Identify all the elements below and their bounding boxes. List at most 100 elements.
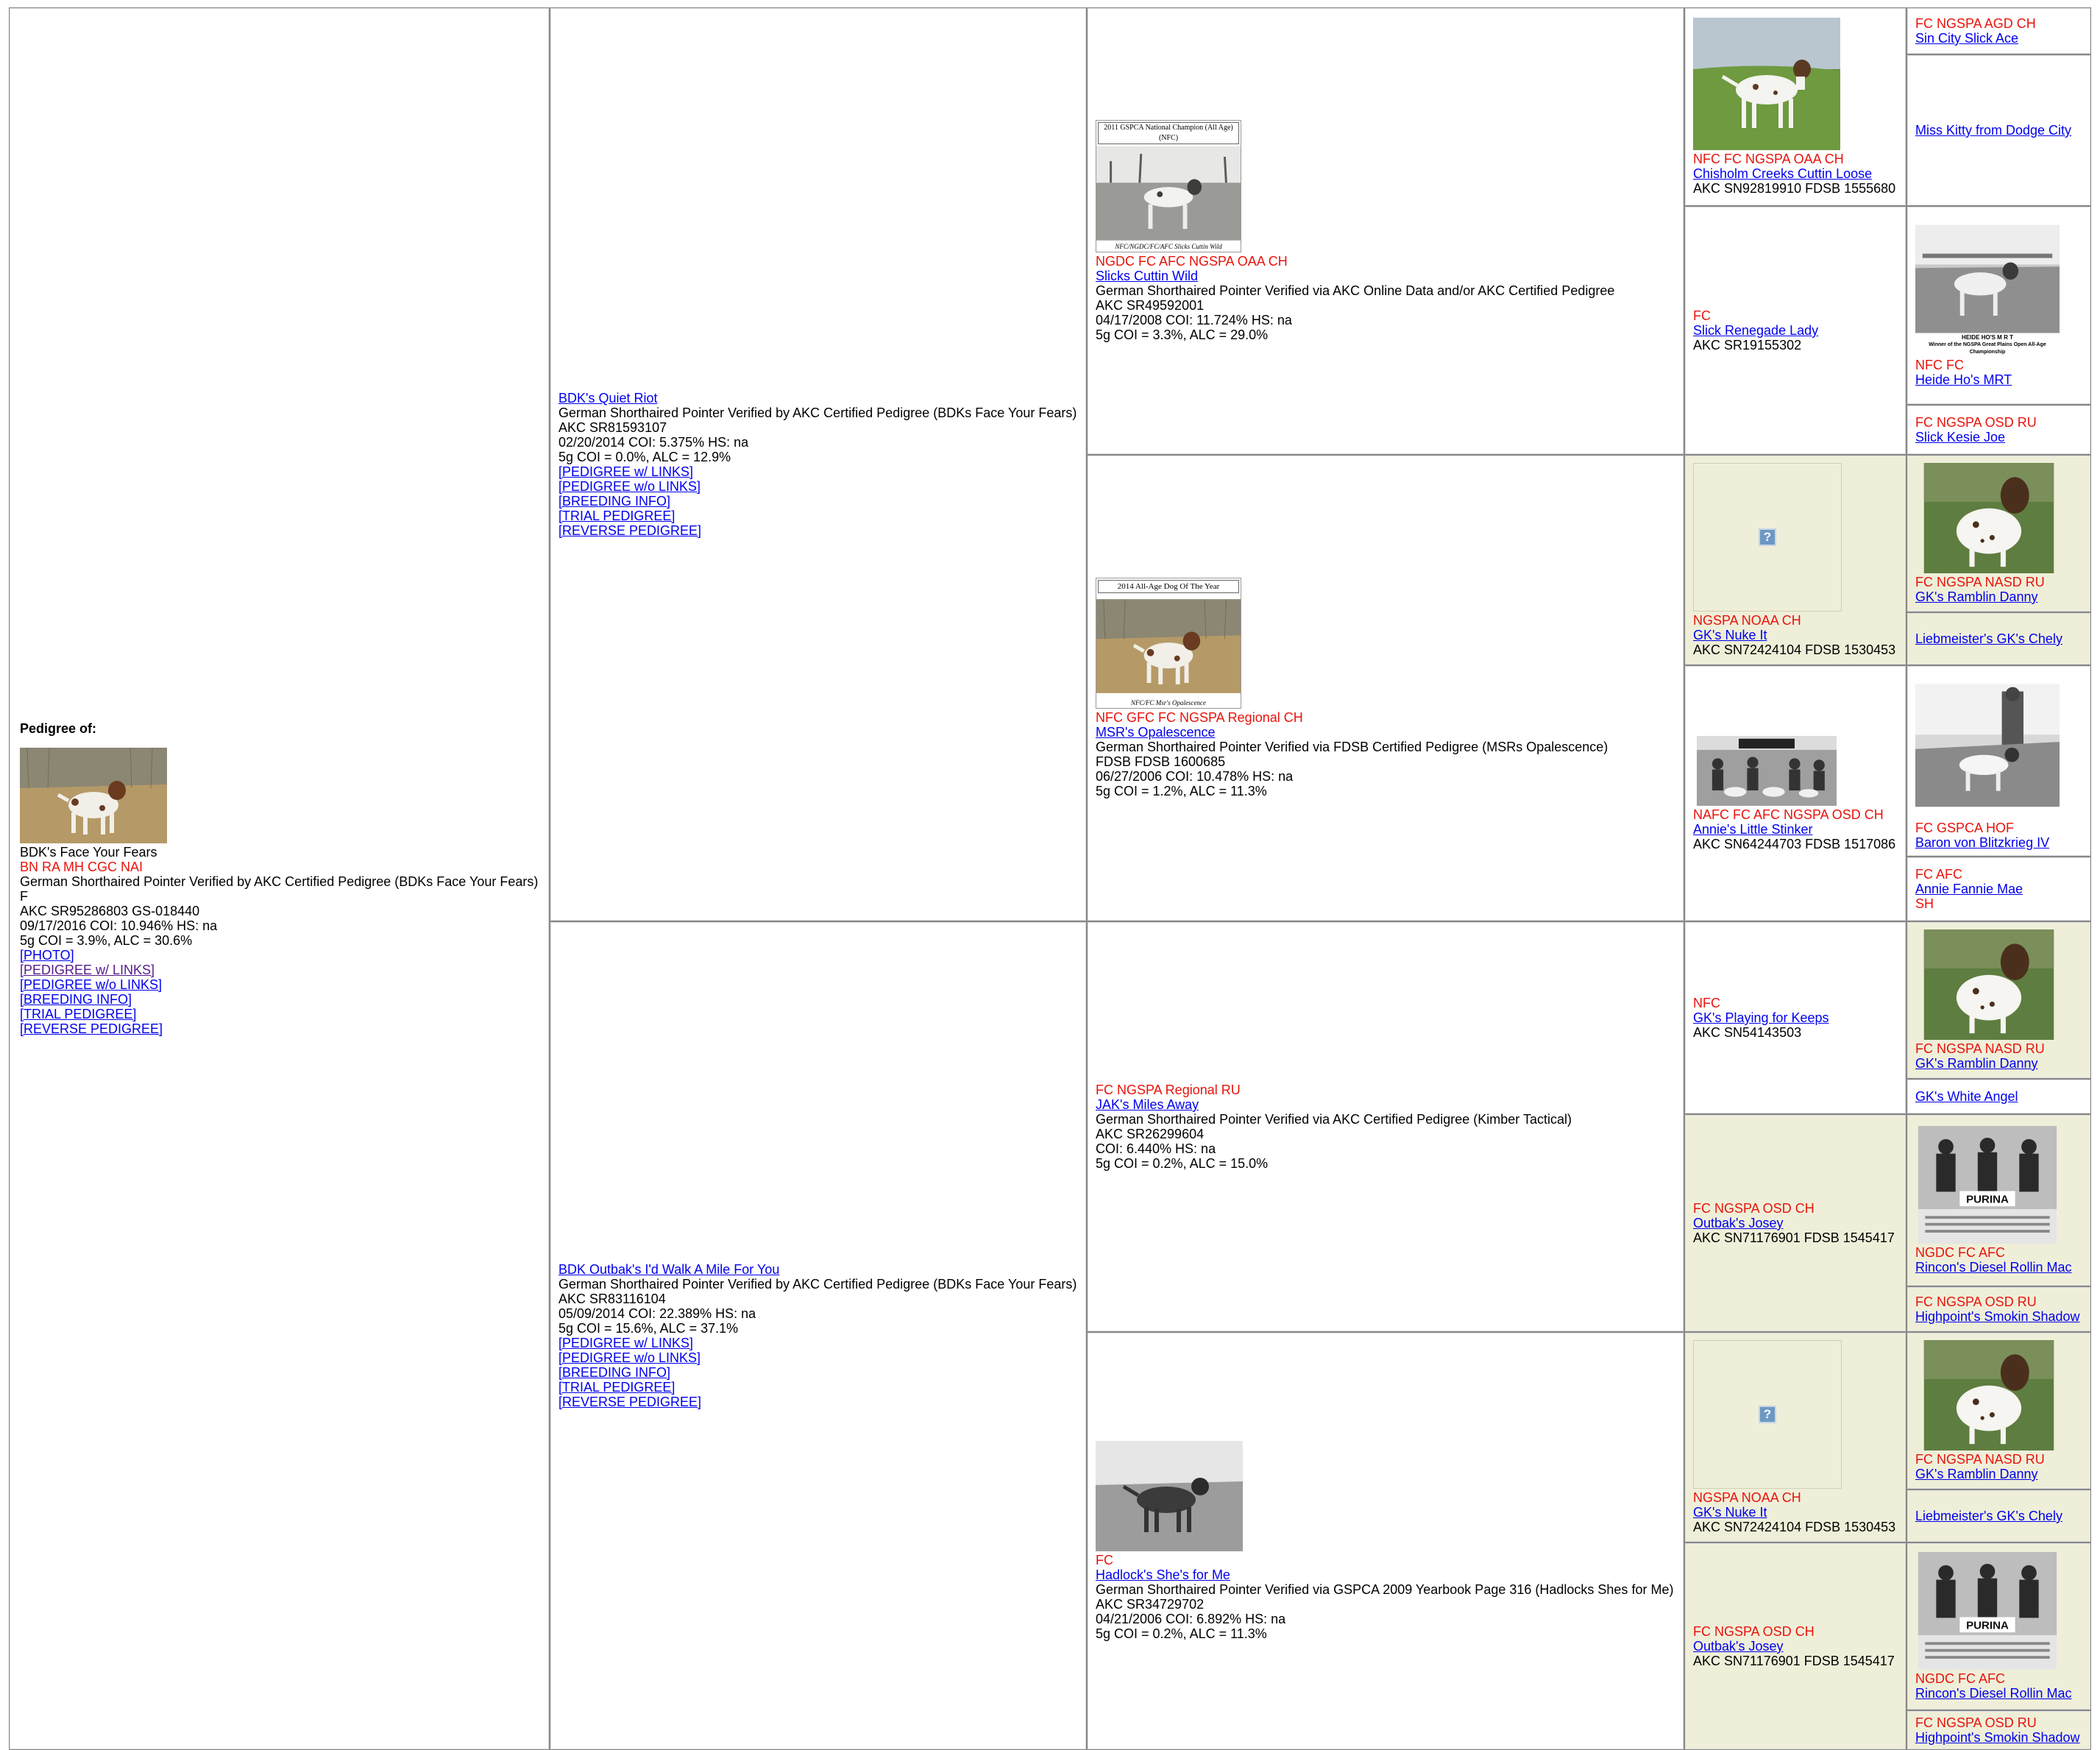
missing-photo-placeholder[interactable]: ? xyxy=(1693,463,1842,612)
ancestor-photo[interactable]: HEIDE HO'S M R T Winner of the NGSPA Gre… xyxy=(1915,224,2060,356)
ancestor-cell: HEIDE HO'S M R T Winner of the NGSPA Gre… xyxy=(1906,206,2091,405)
dam-trial-pedigree[interactable]: [TRIAL PEDIGREE] xyxy=(558,1380,1078,1395)
sire-reverse-pedigree[interactable]: [REVERSE PEDIGREE] xyxy=(558,523,1078,538)
great-grandparent-name-link[interactable]: GK's Nuke It xyxy=(1693,1505,1898,1520)
great-grandparent-name-link[interactable]: Annie's Little Stinker xyxy=(1693,822,1898,837)
ancestor-photo[interactable] xyxy=(1915,1552,2082,1670)
ancestor-name-link[interactable]: Highpoint's Smokin Shadow xyxy=(1915,1730,2082,1745)
great-grandparent-reg: AKC SN92819910 FDSB 1555680 xyxy=(1693,181,1896,196)
grandparent-name-link[interactable]: MSR's Opalescence xyxy=(1096,725,1675,740)
pedigree-without-links-link[interactable]: [PEDIGREE w/o LINKS] xyxy=(20,977,541,992)
grandparent-cell: FC Hadlock's She's for Me German Shortha… xyxy=(1087,1332,1684,1750)
grandparent-titles: NFC GFC FC NGSPA Regional CH xyxy=(1096,710,1303,725)
ancestor-cell: FC NGSPA OSD RU Highpoint's Smokin Shado… xyxy=(1906,1286,2091,1332)
reverse-pedigree-link[interactable]: [REVERSE PEDIGREE] xyxy=(20,1021,541,1036)
ancestor-photo[interactable] xyxy=(1915,1340,2082,1450)
ancestor-name-link[interactable]: GK's White Angel xyxy=(1915,1089,2082,1104)
ancestor-name-link[interactable]: Baron von Blitzkrieg IV xyxy=(1915,835,2082,850)
grandparent-photo[interactable]: 2014 All-Age Dog Of The Year NFC/FC Msr'… xyxy=(1096,578,1241,709)
sire-reg: AKC SR81593107 xyxy=(558,420,667,435)
great-grandparent-name-link[interactable]: GK's Playing for Keeps xyxy=(1693,1010,1898,1025)
dam-reg: AKC SR83116104 xyxy=(558,1292,666,1306)
great-grandparent-name-link[interactable]: Chisholm Creeks Cuttin Loose xyxy=(1693,166,1898,181)
ancestor-name-link[interactable]: GK's Ramblin Danny xyxy=(1915,1056,2082,1071)
dam-pedigree-with-links[interactable]: [PEDIGREE w/ LINKS] xyxy=(558,1336,1078,1350)
ancestor-name-link[interactable]: Slick Kesie Joe xyxy=(1915,430,2082,444)
grandparent-reg: AKC SR49592001 xyxy=(1096,298,1205,313)
pedigree-with-links-link[interactable]: [PEDIGREE w/ LINKS] xyxy=(20,963,541,977)
ancestor-name-link[interactable]: Rincon's Diesel Rollin Mac xyxy=(1915,1686,2082,1701)
grandparent-titles: NGDC FC AFC NGSPA OAA CH xyxy=(1096,254,1288,269)
photo-link[interactable]: [PHOTO] xyxy=(20,948,541,963)
ancestor-cell: Liebmeister's GK's Chely xyxy=(1906,1489,2091,1542)
dam-pedigree-without-links[interactable]: [PEDIGREE w/o LINKS] xyxy=(558,1350,1078,1365)
breeding-info-link[interactable]: [BREEDING INFO] xyxy=(20,992,541,1007)
grandparent-photo[interactable] xyxy=(1096,1441,1675,1551)
subject-coi: 09/17/2016 COI: 10.946% HS: na xyxy=(20,918,218,933)
question-mark-icon: ? xyxy=(1759,1406,1776,1423)
dam-reverse-pedigree[interactable]: [REVERSE PEDIGREE] xyxy=(558,1395,1078,1409)
grandparent-coi5: 5g COI = 0.2%, ALC = 15.0% xyxy=(1096,1156,1269,1171)
ancestor-name-link[interactable]: Miss Kitty from Dodge City xyxy=(1915,123,2082,138)
ancestor-titles: FC AFC xyxy=(1915,867,1963,882)
trial-pedigree-link[interactable]: [TRIAL PEDIGREE] xyxy=(20,1007,541,1021)
sire-pedigree-with-links[interactable]: [PEDIGREE w/ LINKS] xyxy=(558,464,1078,479)
ancestor-photo[interactable] xyxy=(1915,1126,2082,1244)
ancestor-photo[interactable] xyxy=(1915,929,2082,1040)
missing-photo-placeholder[interactable]: ? xyxy=(1693,1340,1842,1489)
sire-coi5: 5g COI = 0.0%, ALC = 12.9% xyxy=(558,450,731,464)
ancestor-titles: FC NGSPA AGD CH xyxy=(1915,16,2036,31)
ancestor-name-link[interactable]: Liebmeister's GK's Chely xyxy=(1915,1509,2082,1523)
great-grandparent-photo[interactable] xyxy=(1693,18,1898,150)
ancestor-name-link[interactable]: Liebmeister's GK's Chely xyxy=(1915,631,2082,646)
grandparent-verified: German Shorthaired Pointer Verified via … xyxy=(1096,283,1615,298)
great-grandparent-cell: FC Slick Renegade Lady AKC SR19155302 xyxy=(1684,206,1906,455)
ancestor-name-link[interactable]: Sin City Slick Ace xyxy=(1915,31,2082,46)
grandparent-name-link[interactable]: Slicks Cuttin Wild xyxy=(1096,269,1675,283)
grandparent-coi: COI: 6.440% HS: na xyxy=(1096,1141,1216,1156)
grandparent-coi5: 5g COI = 0.2%, ALC = 11.3% xyxy=(1096,1626,1267,1641)
great-grandparent-photo[interactable] xyxy=(1693,736,1898,806)
grandparent-name-link[interactable]: Hadlock's She's for Me xyxy=(1096,1567,1675,1582)
sire-name-link[interactable]: BDK's Quiet Riot xyxy=(558,391,1078,405)
great-grandparent-titles: FC NGSPA OSD CH xyxy=(1693,1624,1815,1639)
ancestor-name-link[interactable]: Heide Ho's MRT xyxy=(1915,372,2082,387)
ancestor-titles: FC NGSPA NASD RU xyxy=(1915,1041,2045,1056)
great-grandparent-cell: NFC GK's Playing for Keeps AKC SN5414350… xyxy=(1684,921,1906,1114)
great-grandparent-name-link[interactable]: GK's Nuke It xyxy=(1693,628,1898,642)
ancestor-cell: FC NGSPA OSD RU Highpoint's Smokin Shado… xyxy=(1906,1710,2091,1750)
subject-name: BDK's Face Your Fears xyxy=(20,845,157,860)
ancestor-photo[interactable] xyxy=(1915,672,2082,819)
great-grandparent-titles: NFC xyxy=(1693,996,1720,1010)
grandparent-cell: FC NGSPA Regional RU JAK's Miles Away Ge… xyxy=(1087,921,1684,1332)
sire-trial-pedigree[interactable]: [TRIAL PEDIGREE] xyxy=(558,509,1078,523)
sire-breeding-info[interactable]: [BREEDING INFO] xyxy=(558,494,1078,509)
ancestor-name-link[interactable]: Highpoint's Smokin Shadow xyxy=(1915,1309,2082,1324)
ancestor-cell: FC NGSPA NASD RU GK's Ramblin Danny xyxy=(1906,1332,2091,1489)
dam-name-link[interactable]: BDK Outbak's I'd Walk A Mile For You xyxy=(558,1262,1078,1277)
great-grandparent-reg: AKC SN54143503 xyxy=(1693,1025,1802,1040)
ancestor-name-link[interactable]: Annie Fannie Mae xyxy=(1915,882,2082,896)
sire-pedigree-without-links[interactable]: [PEDIGREE w/o LINKS] xyxy=(558,479,1078,494)
grandparent-coi: 06/27/2006 COI: 10.478% HS: na xyxy=(1096,769,1294,784)
dam-coi: 05/09/2014 COI: 22.389% HS: na xyxy=(558,1306,756,1321)
ancestor-cell: NGDC FC AFC Rincon's Diesel Rollin Mac xyxy=(1906,1542,2091,1710)
ancestor-name-link[interactable]: Rincon's Diesel Rollin Mac xyxy=(1915,1260,2082,1275)
subject-photo[interactable] xyxy=(20,748,541,843)
dam-verified: German Shorthaired Pointer Verified by A… xyxy=(558,1277,1077,1292)
pedigree-heading: Pedigree of: xyxy=(20,721,97,736)
ancestor-cell: Miss Kitty from Dodge City xyxy=(1906,54,2091,206)
ancestor-titles: NFC FC xyxy=(1915,358,1964,372)
grandparent-coi5: 5g COI = 3.3%, ALC = 29.0% xyxy=(1096,327,1269,342)
great-grandparent-name-link[interactable]: Slick Renegade Lady xyxy=(1693,323,1898,338)
grandparent-name-link[interactable]: JAK's Miles Away xyxy=(1096,1097,1675,1112)
great-grandparent-name-link[interactable]: Outbak's Josey xyxy=(1693,1216,1898,1230)
great-grandparent-cell: FC NGSPA OSD CH Outbak's Josey AKC SN711… xyxy=(1684,1542,1906,1750)
subject-reg: AKC SR95286803 GS-018440 xyxy=(20,904,200,918)
ancestor-name-link[interactable]: GK's Ramblin Danny xyxy=(1915,1467,2082,1481)
dam-breeding-info[interactable]: [BREEDING INFO] xyxy=(558,1365,1078,1380)
great-grandparent-name-link[interactable]: Outbak's Josey xyxy=(1693,1639,1898,1654)
grandparent-photo[interactable]: 2011 GSPCA National Champion (All Age)(N… xyxy=(1096,120,1241,252)
ancestor-photo[interactable] xyxy=(1915,463,2082,573)
ancestor-name-link[interactable]: GK's Ramblin Danny xyxy=(1915,589,2082,604)
